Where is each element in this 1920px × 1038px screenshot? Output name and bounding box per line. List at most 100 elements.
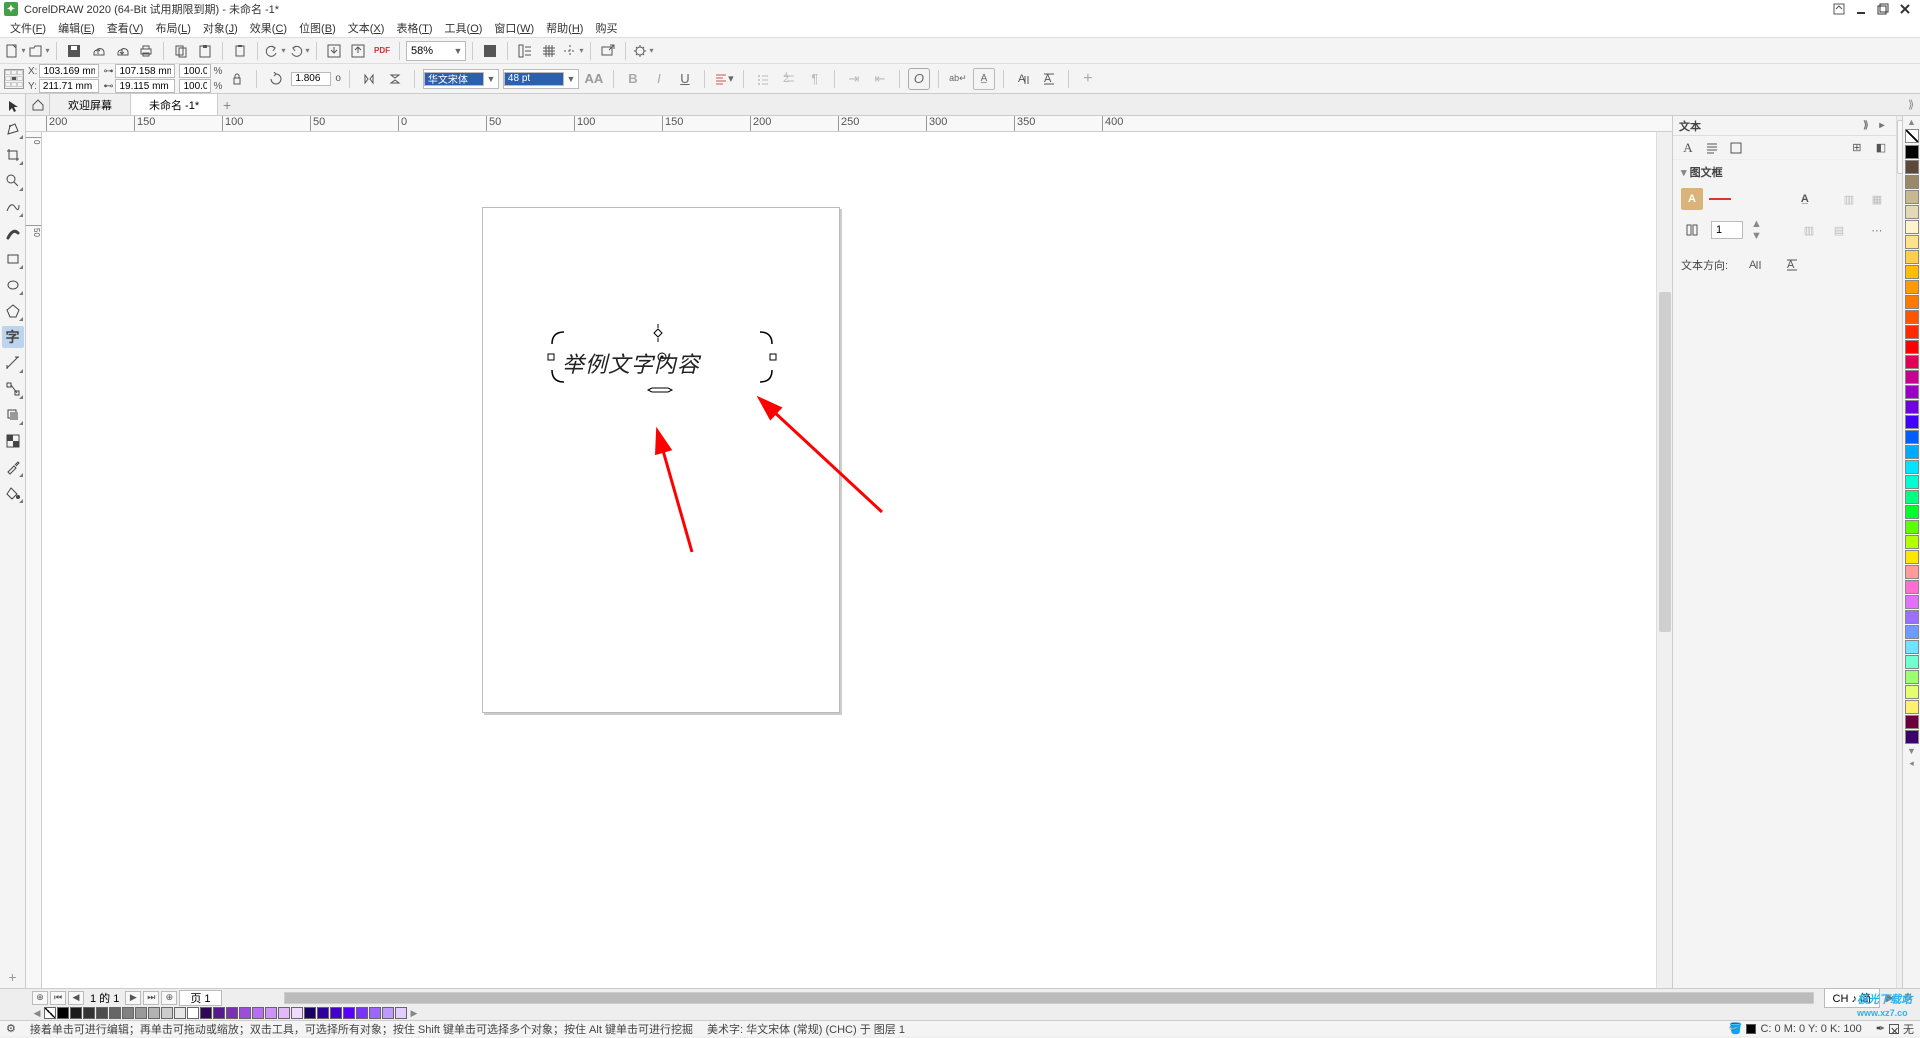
open-button[interactable]: ▾ <box>28 40 50 62</box>
undo-button[interactable]: ▾ <box>264 40 286 62</box>
color-swatch[interactable] <box>1905 265 1919 279</box>
quick-customize-icon[interactable]: + <box>2 966 24 988</box>
cloud-up-button[interactable] <box>87 40 109 62</box>
color-swatch[interactable] <box>291 1007 303 1019</box>
frame-col1-icon[interactable]: ▥ <box>1838 188 1860 210</box>
paste-button[interactable] <box>194 40 216 62</box>
scale-y-input[interactable] <box>179 79 211 93</box>
color-swatch[interactable] <box>369 1007 381 1019</box>
options-button[interactable]: ▾ <box>632 40 654 62</box>
prev-page-button[interactable]: ◀ <box>68 991 84 1005</box>
direction-ltr-icon[interactable]: A <box>1744 254 1766 276</box>
color-swatch[interactable] <box>1905 505 1919 519</box>
parallel-dim-tool[interactable] <box>2 352 24 374</box>
increase-indent-icon[interactable]: ⇥ <box>843 68 865 90</box>
color-swatch[interactable] <box>1905 430 1919 444</box>
artistic-text[interactable]: 举例文字内容 <box>562 347 700 379</box>
color-swatch[interactable] <box>1905 595 1919 609</box>
color-swatch[interactable] <box>187 1007 199 1019</box>
font-name-combo[interactable]: ▼ <box>423 69 499 89</box>
color-swatch[interactable] <box>1905 700 1919 714</box>
add-tab-button[interactable]: + <box>218 94 236 115</box>
color-swatch[interactable] <box>1905 715 1919 729</box>
menu-效果[interactable]: 效果(C) <box>244 18 293 38</box>
menu-表格[interactable]: 表格(T) <box>390 18 438 38</box>
frame-fit-icon[interactable]: A <box>1681 188 1703 210</box>
menu-文本[interactable]: 文本(X) <box>342 18 391 38</box>
color-swatch[interactable] <box>109 1007 121 1019</box>
color-swatch[interactable] <box>213 1007 225 1019</box>
color-swatch[interactable] <box>83 1007 95 1019</box>
maximize-button[interactable] <box>1872 1 1894 17</box>
color-swatch[interactable] <box>1905 490 1919 504</box>
height-input[interactable] <box>115 79 175 93</box>
color-swatch[interactable] <box>1905 400 1919 414</box>
first-page-button[interactable]: ⏮ <box>50 991 66 1005</box>
tab-document-1[interactable]: 未命名 -1* <box>131 94 218 115</box>
color-swatch[interactable] <box>1905 565 1919 579</box>
color-swatch[interactable] <box>1905 730 1919 744</box>
color-swatch[interactable] <box>1905 655 1919 669</box>
docker-menu-icon[interactable]: ▸ <box>1874 118 1890 134</box>
menu-窗口[interactable]: 窗口(W) <box>488 18 540 38</box>
color-swatch[interactable] <box>1905 250 1919 264</box>
shape-tool[interactable] <box>2 118 24 140</box>
save-button[interactable] <box>63 40 85 62</box>
color-swatch[interactable] <box>265 1007 277 1019</box>
color-swatch[interactable] <box>57 1007 69 1019</box>
selected-text-object[interactable]: 举例文字内容 <box>552 332 772 382</box>
variable-fonts-icon[interactable]: AA <box>583 68 605 90</box>
menu-位图[interactable]: 位图(B) <box>293 18 342 38</box>
color-swatch[interactable] <box>135 1007 147 1019</box>
color-swatch[interactable] <box>1905 160 1919 174</box>
color-swatch[interactable] <box>1905 640 1919 654</box>
hscroll-thumb[interactable] <box>285 993 1813 1003</box>
mirror-h-icon[interactable] <box>358 68 380 90</box>
color-swatch[interactable] <box>1905 670 1919 684</box>
no-color-swatch[interactable] <box>1905 129 1919 143</box>
export-button[interactable] <box>347 40 369 62</box>
connector-tool[interactable] <box>2 378 24 400</box>
fill-indicator[interactable]: 🪣C: 0 M: 0 Y: 0 K: 100 <box>1729 1022 1862 1035</box>
menu-工具[interactable]: 工具(O) <box>439 18 489 38</box>
add-page-after-button[interactable]: ⊕ <box>161 991 177 1005</box>
menu-编辑[interactable]: 编辑(E) <box>52 18 101 38</box>
color-swatch[interactable] <box>1905 625 1919 639</box>
page-tab-1[interactable]: 页 1 <box>179 990 221 1006</box>
color-swatch[interactable] <box>239 1007 251 1019</box>
fill-tool[interactable] <box>2 482 24 504</box>
decrease-indent-icon[interactable]: ⇤ <box>869 68 891 90</box>
menu-对象[interactable]: 对象(J) <box>197 18 244 38</box>
menu-布局[interactable]: 布局(L) <box>149 18 196 38</box>
scale-x-input[interactable] <box>179 64 211 78</box>
zoom-combo[interactable]: ▼ <box>406 41 466 61</box>
docker-expand-icon[interactable]: ⊞ <box>1848 139 1866 157</box>
text-props-icon[interactable]: A̲ <box>973 68 995 90</box>
color-swatch[interactable] <box>1905 355 1919 369</box>
text-frame-icon[interactable]: ab↵ <box>947 68 969 90</box>
bold-button[interactable]: B <box>622 68 644 90</box>
hpalette-right-icon[interactable]: ▶ <box>408 1008 420 1019</box>
redo-button[interactable]: ▾ <box>288 40 310 62</box>
zoom-tool[interactable] <box>2 170 24 192</box>
minimize-button[interactable] <box>1850 1 1872 17</box>
vertical-scrollbar[interactable] <box>1656 132 1672 988</box>
color-swatch[interactable] <box>252 1007 264 1019</box>
add-page-before-button[interactable]: ⊕ <box>32 991 48 1005</box>
frame-col2-icon[interactable]: ▦ <box>1866 188 1888 210</box>
color-swatch[interactable] <box>1905 295 1919 309</box>
font-size-input[interactable] <box>504 72 564 86</box>
tab-welcome[interactable]: 欢迎屏幕 <box>50 94 131 115</box>
freehand-tool[interactable] <box>2 196 24 218</box>
color-swatch[interactable] <box>1905 310 1919 324</box>
letter-o-icon[interactable]: O <box>908 68 930 90</box>
text-direction-h-icon[interactable]: A <box>1012 68 1034 90</box>
rectangle-tool[interactable] <box>2 248 24 270</box>
x-input[interactable] <box>39 64 99 78</box>
y-input[interactable] <box>39 79 99 93</box>
palette-expand-icon[interactable]: ◂ <box>1903 757 1920 769</box>
color-swatch[interactable] <box>1905 385 1919 399</box>
text-direction-v-icon[interactable]: A <box>1038 68 1060 90</box>
color-swatch[interactable] <box>1905 535 1919 549</box>
menu-文件[interactable]: 文件(F) <box>4 18 52 38</box>
